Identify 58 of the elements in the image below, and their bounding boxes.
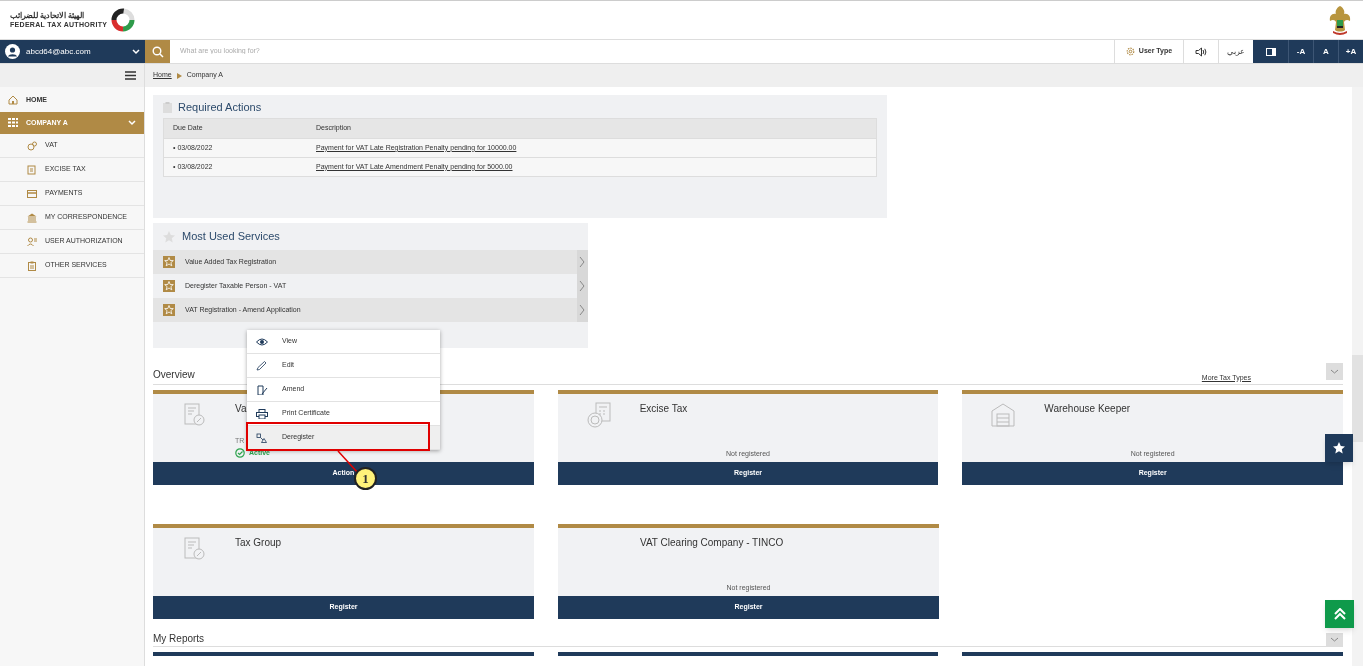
speaker-icon <box>1195 46 1207 57</box>
contrast-icon <box>1265 47 1276 56</box>
clipboard-icon <box>27 260 37 271</box>
avatar-icon <box>5 44 20 59</box>
logo-arabic-text: الهيئة الاتحادية للضرائب <box>10 11 85 21</box>
printer-icon <box>256 408 268 419</box>
chevron-right-icon <box>577 298 588 322</box>
card-title: VAT Clearing Company - TINCO <box>640 536 784 550</box>
document-percent-icon <box>181 536 207 562</box>
pencil-icon <box>256 360 268 371</box>
chevron-down-icon <box>132 48 140 55</box>
favorites-button[interactable] <box>1325 434 1353 462</box>
star-icon <box>1333 442 1345 454</box>
gear-icon <box>1125 47 1135 56</box>
font-size-button[interactable]: A <box>1313 40 1338 63</box>
font-size-button[interactable]: -A <box>1288 40 1313 63</box>
coins-icon <box>27 140 37 151</box>
callout-badge: 1 <box>354 467 377 490</box>
eagle-emblem-icon <box>1327 4 1353 36</box>
card-icon <box>27 188 37 199</box>
star-badge-icon <box>163 256 175 268</box>
grid-icon <box>8 118 18 128</box>
double-chevron-up-icon <box>1333 608 1346 620</box>
calculator-coin-icon <box>585 402 612 428</box>
contrast-button[interactable] <box>1253 40 1288 63</box>
card-title: Excise Tax <box>639 402 688 416</box>
panel-title: Most Used Services <box>182 229 280 245</box>
card-title: Warehouse Keeper <box>1044 402 1131 416</box>
scrollbar[interactable] <box>1352 87 1363 666</box>
document-percent-icon <box>181 402 207 428</box>
user-menu[interactable]: abcd64@abc.com <box>0 40 145 63</box>
star-badge-icon <box>163 304 175 316</box>
section-title: My Reports <box>153 632 205 646</box>
panel-title: Required Actions <box>178 99 262 115</box>
home-icon <box>8 95 18 105</box>
scroll-top-button[interactable] <box>1325 600 1354 628</box>
building-icon <box>27 212 37 223</box>
star-badge-icon <box>163 280 175 292</box>
section-title: Overview <box>153 368 195 382</box>
clipboard-icon <box>163 101 172 113</box>
search-button[interactable] <box>145 40 170 63</box>
menu-icon[interactable] <box>125 71 136 80</box>
document-pencil-icon <box>256 384 268 395</box>
eye-icon <box>256 336 268 347</box>
user-list-icon <box>27 236 37 247</box>
scrollbar-thumb[interactable] <box>1352 355 1363 442</box>
chevron-down-icon <box>128 120 136 126</box>
chevron-right-icon <box>577 250 588 274</box>
card-title: Va <box>235 402 247 416</box>
search-icon <box>151 45 164 58</box>
font-size-button[interactable]: +A <box>1338 40 1363 63</box>
ring-emblem-icon <box>110 7 137 33</box>
card-title: Tax Group <box>235 536 282 550</box>
triangle-right-icon <box>176 72 182 79</box>
warehouse-icon <box>990 402 1017 428</box>
receipt-icon <box>27 164 37 175</box>
shapes-icon <box>256 432 268 443</box>
check-circle-icon <box>235 447 245 458</box>
